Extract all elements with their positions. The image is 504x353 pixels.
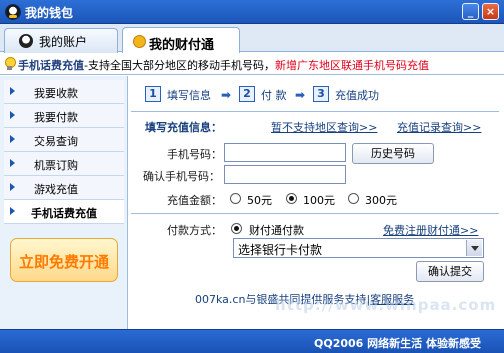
sidebar-item-transactions[interactable]: 交易查询 — [4, 128, 124, 152]
recharge-history-link[interactable]: 充值记录查询>> — [397, 119, 481, 135]
amount-300-radio[interactable] — [348, 193, 359, 204]
sidebar-item-receive[interactable]: 我要收款 — [4, 80, 124, 104]
arrow-right-icon — [10, 111, 15, 119]
arrow-right-icon — [10, 159, 15, 167]
step-label: 充值成功 — [335, 89, 379, 102]
step-number: 3 — [313, 86, 329, 102]
qq-penguin-icon — [19, 34, 33, 48]
phone-label: 手机号码： — [167, 148, 222, 161]
window-title: 我的钱包 — [25, 6, 74, 20]
arrow-right-icon — [10, 183, 15, 191]
divider — [131, 213, 499, 214]
arrow-right-icon: ➡ — [221, 88, 232, 102]
tenpay-coin-icon — [133, 35, 146, 48]
sidebar-item-label: 游戏充值 — [34, 183, 78, 196]
amount-100-radio[interactable] — [286, 193, 297, 204]
sidebar-item-game-recharge[interactable]: 游戏充值 — [4, 176, 124, 200]
status-slogan: QQ2006 网络新生活 体验新感受 — [314, 337, 481, 350]
step-indicator: 1 填写信息 ➡ 2 付 款 ➡ 3 充值成功 — [137, 84, 497, 106]
section-title: 填写充值信息： — [145, 121, 222, 134]
minimize-button[interactable]: _ — [462, 3, 479, 20]
free-open-label: 立即免费开通 — [18, 253, 109, 271]
confirm-phone-input[interactable] — [224, 165, 346, 184]
divider — [131, 111, 499, 112]
tab-label: 我的账户 — [39, 35, 88, 49]
sidebar: 我要收款 我要付款 交易查询 机票订购 游戏充值 手机话费充值 立即免费开通 — [0, 76, 128, 329]
tab-my-tenpay[interactable]: 我的财付通 — [122, 27, 240, 54]
history-numbers-button[interactable]: 历史号码 — [352, 143, 434, 164]
chevron-down-icon[interactable] — [466, 240, 482, 256]
amount-300-label: 300元 — [365, 194, 397, 207]
sidebar-item-pay[interactable]: 我要付款 — [4, 104, 124, 128]
step-label: 付 款 — [261, 89, 287, 102]
unsupported-regions-link[interactable]: 暂不支持地区查询>> — [271, 119, 377, 135]
tenpay-payment-radio[interactable] — [231, 223, 242, 234]
bank-card-select-value: 选择银行卡付款 — [238, 243, 323, 257]
arrow-right-icon: ➡ — [295, 88, 306, 102]
close-button[interactable]: × — [482, 3, 499, 20]
payment-method-label: 付款方式： — [167, 224, 222, 237]
main-panel: 1 填写信息 ➡ 2 付 款 ➡ 3 充值成功 填写充值信息： 暂不支持地区查询… — [129, 76, 504, 329]
step-number: 2 — [239, 86, 255, 102]
banner-highlight: 新增广东地区联通手机号码充值 — [274, 59, 429, 72]
bank-card-select[interactable]: 选择银行卡付款 — [233, 238, 484, 258]
free-open-button[interactable]: 立即免费开通 — [10, 238, 118, 282]
title-bar[interactable]: 我的钱包 _ × — [0, 0, 504, 24]
tab-my-account[interactable]: 我的账户 — [4, 28, 118, 53]
amount-label: 充值金额： — [167, 194, 222, 207]
arrow-right-icon — [10, 87, 15, 95]
confirm-phone-label: 确认手机号码： — [143, 170, 220, 183]
arrow-right-icon — [10, 135, 15, 143]
amount-50-label: 50元 — [247, 194, 272, 207]
tab-label: 我的财付通 — [149, 38, 215, 53]
arrow-right-icon — [10, 207, 15, 215]
status-bar: QQ2006 网络新生活 体验新感受 — [0, 329, 504, 353]
banner-title: 手机话费充值 — [18, 59, 84, 72]
sidebar-item-label: 我要付款 — [34, 111, 78, 124]
qq-penguin-icon — [5, 4, 21, 20]
info-banner: 手机话费充值-支持全国大部分地区的移动手机号码，新增广东地区联通手机号码充值 — [0, 53, 504, 75]
sidebar-item-phone-recharge[interactable]: 手机话费充值 — [4, 200, 124, 224]
tab-strip: 我的账户 我的财付通 — [0, 24, 504, 54]
sidebar-item-label: 我要收款 — [34, 87, 78, 100]
amount-100-label: 100元 — [303, 194, 335, 207]
phone-number-input[interactable] — [224, 143, 346, 162]
tenpay-payment-label: 财付通付款 — [249, 224, 304, 237]
watermark: http://www.winpaa.com — [275, 296, 497, 314]
banner-text: 手机话费充值-支持全国大部分地区的移动手机号码，新增广东地区联通手机号码充值 — [18, 57, 429, 73]
sidebar-item-label: 交易查询 — [34, 135, 78, 148]
sidebar-item-flights[interactable]: 机票订购 — [4, 152, 124, 176]
banner-description: -支持全国大部分地区的移动手机号码， — [84, 59, 275, 72]
step-label: 填写信息 — [167, 89, 211, 102]
step-number: 1 — [145, 86, 161, 102]
lightbulb-icon — [4, 57, 16, 71]
sidebar-item-label: 手机话费充值 — [31, 207, 97, 220]
submit-button[interactable]: 确认提交 — [416, 261, 484, 282]
register-tenpay-link[interactable]: 免费注册财付通>> — [383, 222, 478, 238]
amount-50-radio[interactable] — [230, 193, 241, 204]
sidebar-item-label: 机票订购 — [34, 159, 78, 172]
